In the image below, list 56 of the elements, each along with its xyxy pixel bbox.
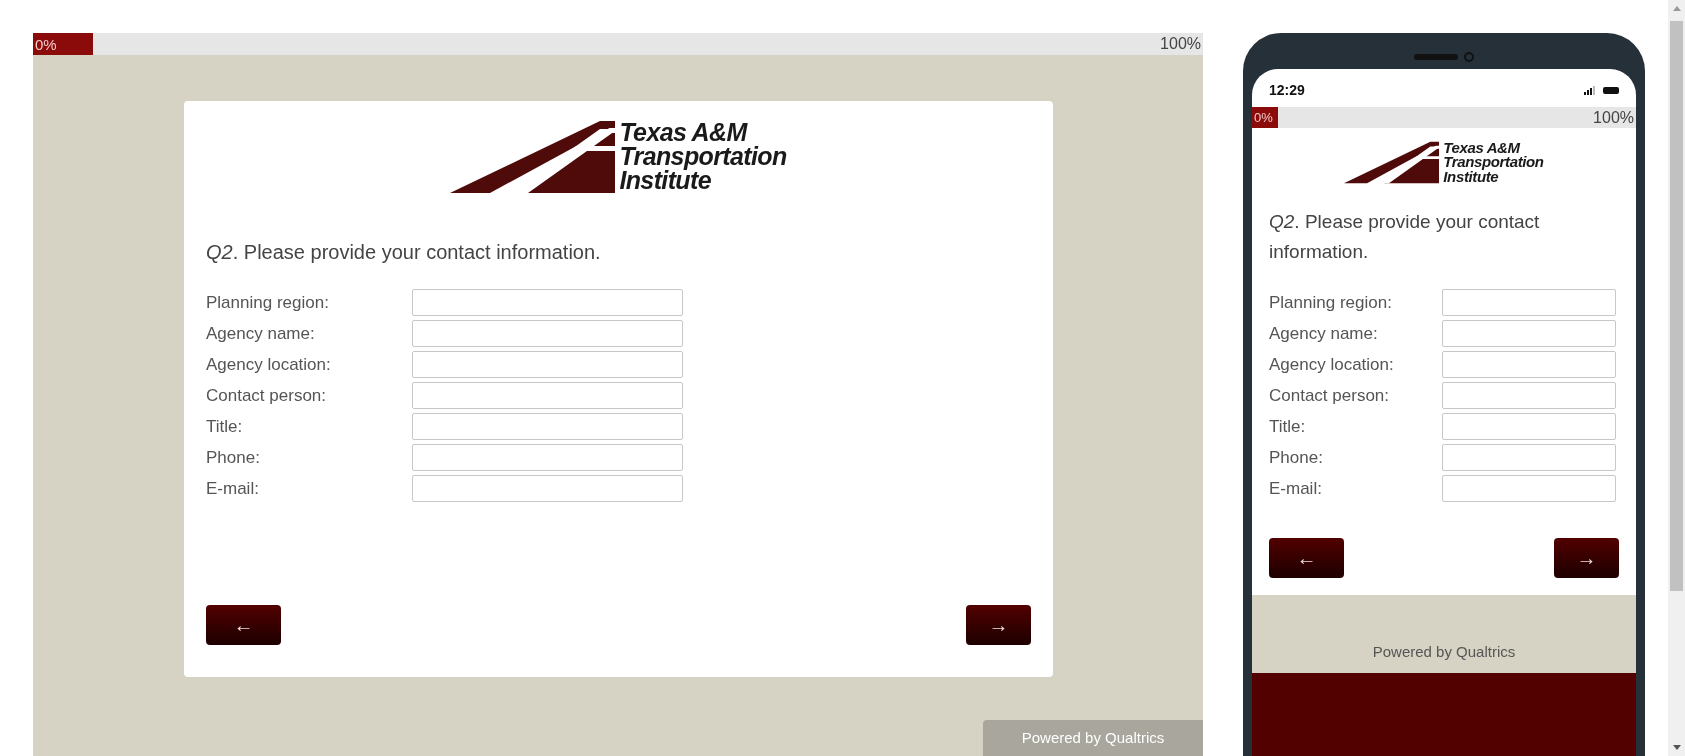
text-input[interactable] xyxy=(1442,413,1616,440)
logo-text: Transportation xyxy=(619,145,787,169)
text-input[interactable] xyxy=(1442,289,1616,316)
progress-end-label: 100% xyxy=(1160,36,1202,52)
field-label: Planning region: xyxy=(1269,291,1393,314)
field-label: Agency name: xyxy=(206,322,316,345)
field-label: Phone: xyxy=(206,446,261,469)
field-label: Contact person: xyxy=(1269,384,1390,407)
field-label: Phone: xyxy=(1269,446,1324,469)
field-label: Title: xyxy=(1269,415,1307,438)
status-time: 12:29 xyxy=(1269,80,1305,100)
powered-by-footer: Powered by Qualtrics xyxy=(1372,640,1516,663)
road-logo-icon xyxy=(450,121,616,193)
battery-icon xyxy=(1603,86,1619,94)
field-label: Agency name: xyxy=(1269,322,1379,345)
camera-icon xyxy=(1464,52,1474,62)
question-text: Q2. Please provide your contact information. xyxy=(1269,210,1541,264)
signal-icon xyxy=(1584,85,1596,95)
logo-text: Texas A&M xyxy=(1443,141,1521,156)
text-input[interactable] xyxy=(412,475,683,502)
speaker-icon xyxy=(1414,54,1458,60)
back-button[interactable]: ← xyxy=(206,605,281,645)
text-input[interactable] xyxy=(412,289,683,316)
next-button[interactable]: → xyxy=(966,605,1031,645)
question-text: Q2. Please provide your contact information. xyxy=(206,240,602,265)
text-input[interactable] xyxy=(412,413,683,440)
text-input[interactable] xyxy=(412,444,683,471)
text-input[interactable] xyxy=(1442,382,1616,409)
scroll-up-icon[interactable] xyxy=(1672,6,1681,11)
field-label: E-mail: xyxy=(1269,477,1323,500)
field-label: Title: xyxy=(206,415,244,438)
road-logo-icon xyxy=(1344,140,1440,185)
field-label: Agency location: xyxy=(206,353,332,376)
text-input[interactable] xyxy=(412,351,683,378)
logo-text: Texas A&M xyxy=(619,121,748,146)
progress-start-label: 0% xyxy=(1253,111,1273,124)
scrollbar[interactable] xyxy=(1668,0,1685,756)
field-label: Agency location: xyxy=(1269,353,1395,376)
field-label: E-mail: xyxy=(206,477,260,500)
text-input[interactable] xyxy=(1442,320,1616,347)
logo-text: Institute xyxy=(1443,169,1499,184)
next-button[interactable]: → xyxy=(1554,538,1619,578)
logo-text: Transportation xyxy=(1443,155,1544,170)
text-input[interactable] xyxy=(1442,351,1616,378)
field-label: Planning region: xyxy=(206,291,330,314)
scroll-down-icon[interactable] xyxy=(1672,745,1681,750)
progress-end-label: 100% xyxy=(1593,109,1635,126)
text-input[interactable] xyxy=(412,320,683,347)
field-label: Contact person: xyxy=(206,384,327,407)
back-button[interactable]: ← xyxy=(1269,538,1344,578)
scroll-thumb[interactable] xyxy=(1670,21,1683,591)
text-input[interactable] xyxy=(412,382,683,409)
text-input[interactable] xyxy=(1442,444,1616,471)
powered-by-footer: Powered by Qualtrics xyxy=(983,720,1203,756)
progress-start-label: 0% xyxy=(34,36,57,52)
text-input[interactable] xyxy=(1442,475,1616,502)
